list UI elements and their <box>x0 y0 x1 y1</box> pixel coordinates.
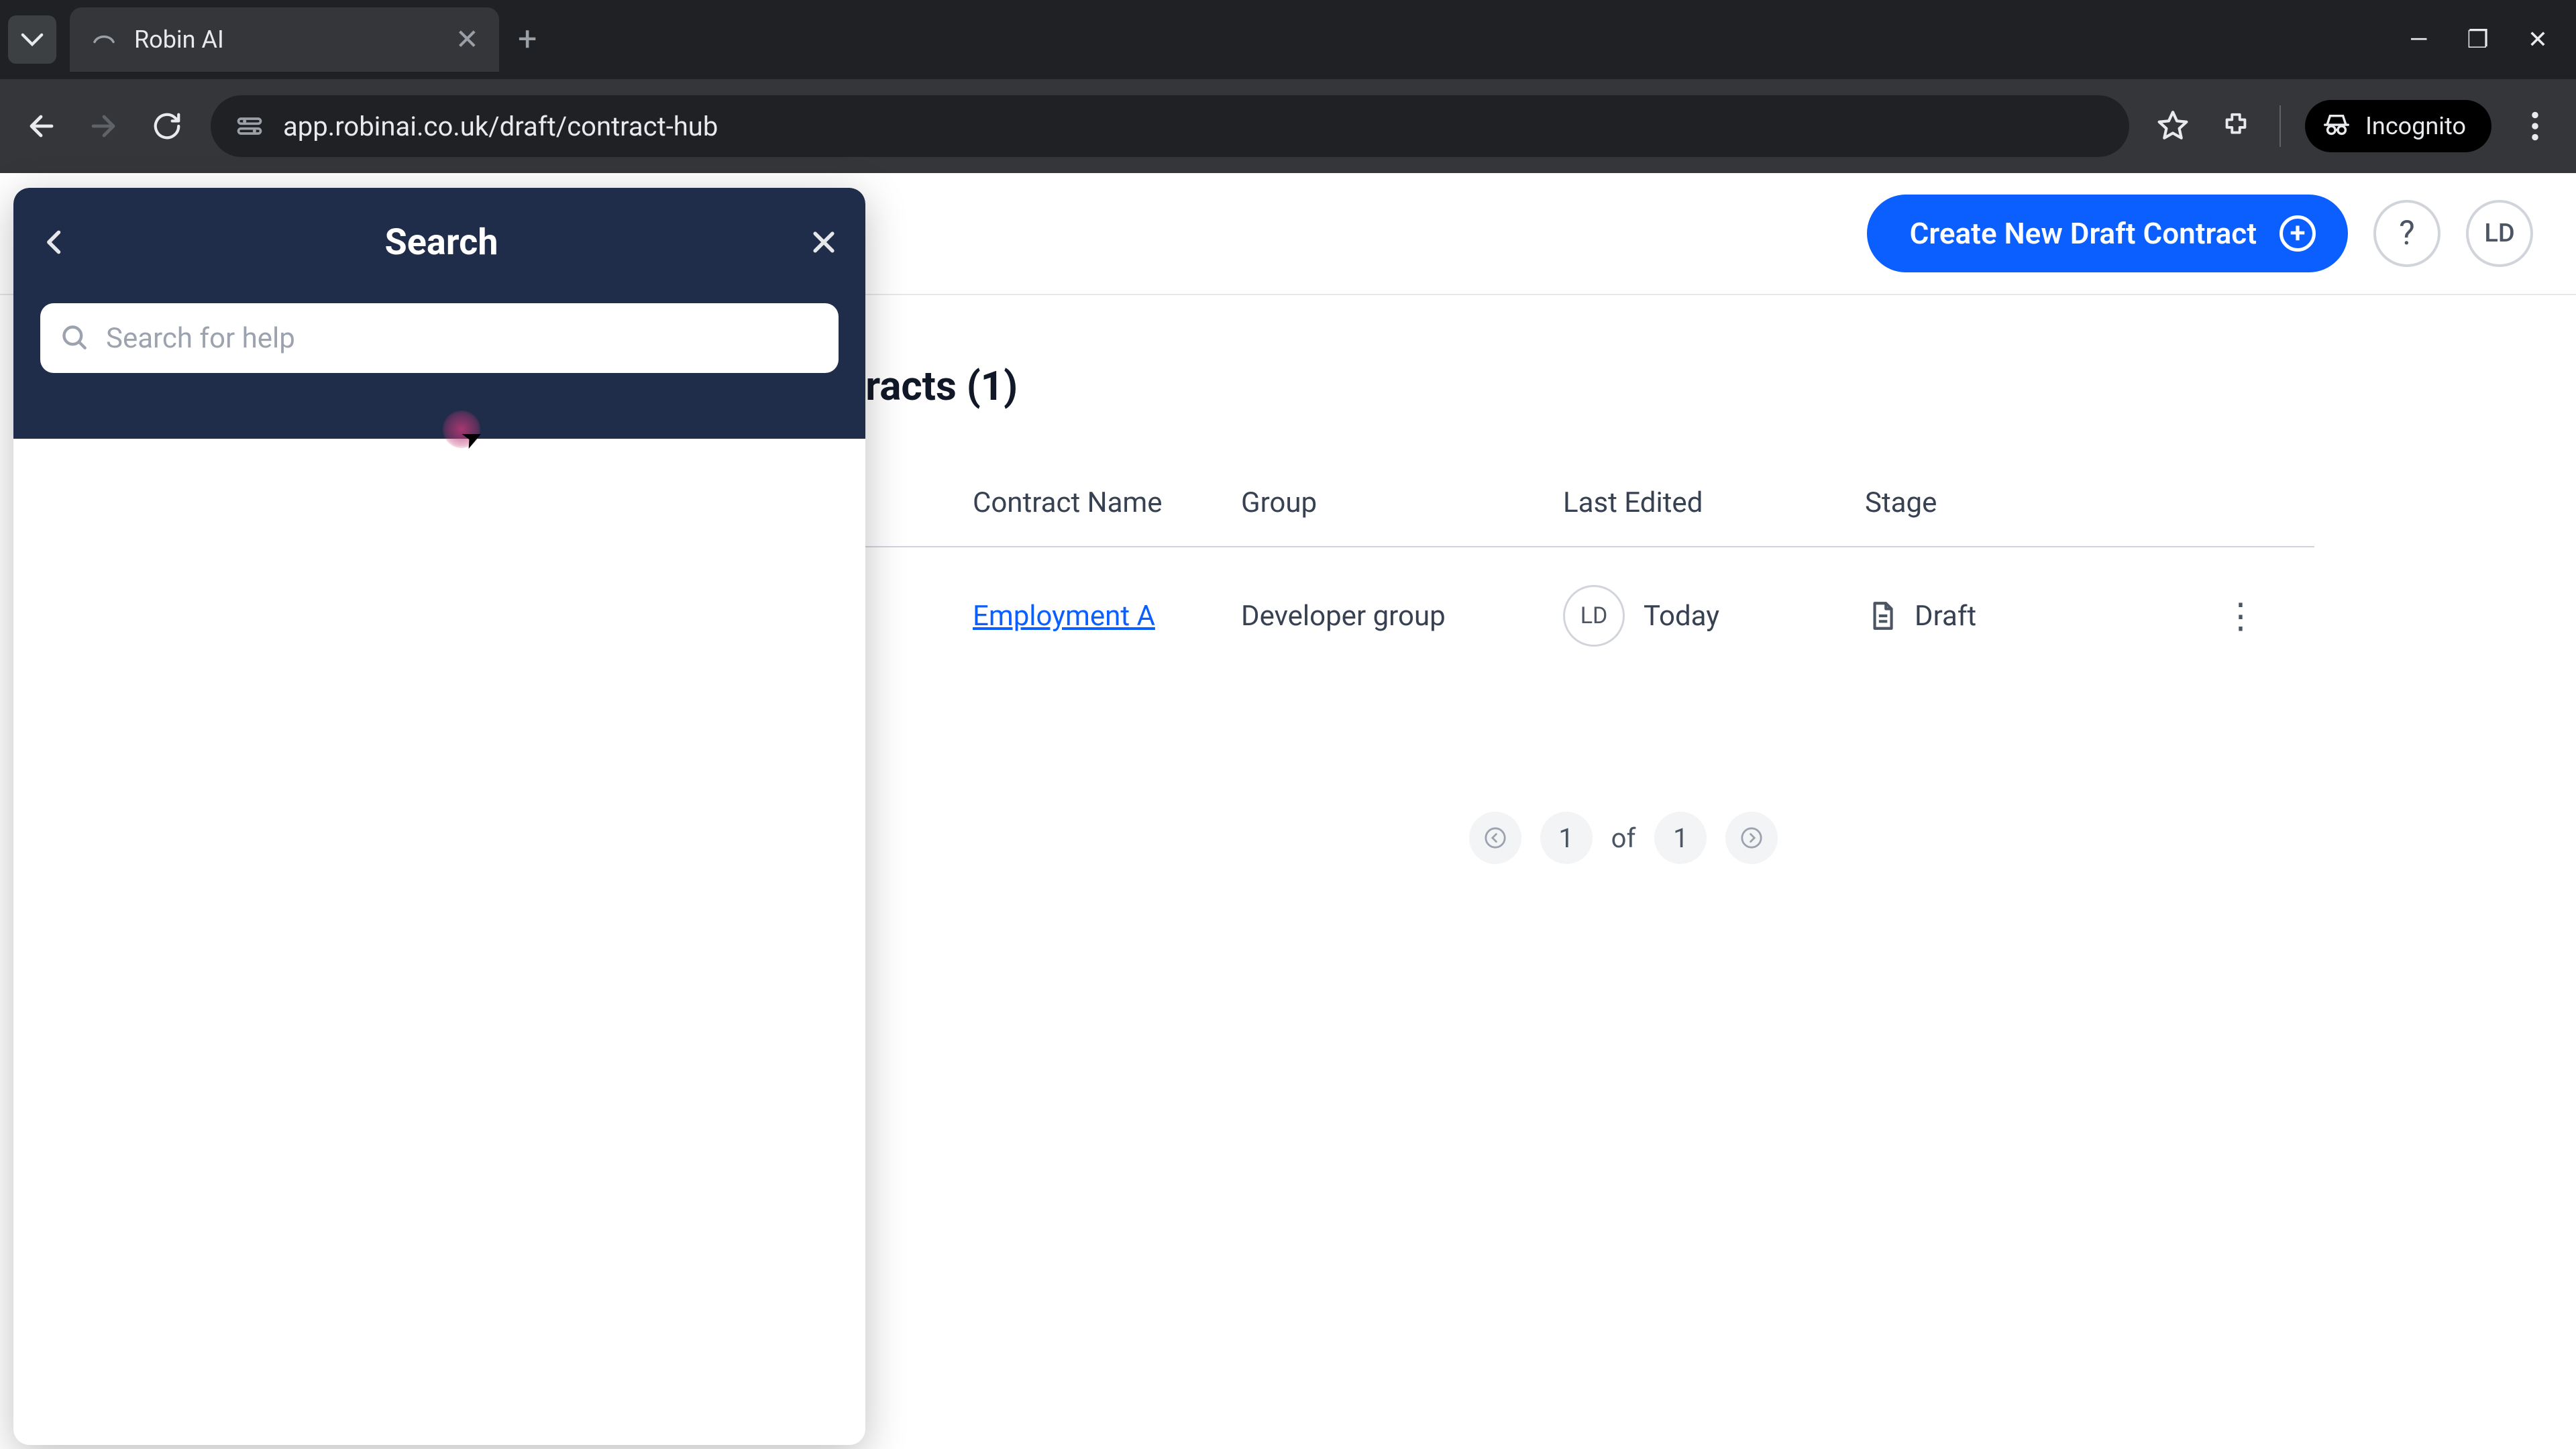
col-contract-name: Contract Name <box>973 486 1241 519</box>
last-edited-cell: LD Today <box>1563 585 1865 647</box>
browser-tab[interactable]: Robin AI ✕ <box>70 7 499 72</box>
tab-favicon-icon <box>90 25 118 54</box>
prev-page-button[interactable] <box>1469 812 1521 864</box>
new-tab-button[interactable]: + <box>518 20 537 59</box>
avatar-initials: LD <box>2484 219 2514 248</box>
search-icon <box>60 323 90 353</box>
browser-menu-icon[interactable] <box>2516 111 2555 141</box>
col-stage: Stage <box>1865 486 2200 519</box>
of-label: of <box>1611 822 1636 854</box>
incognito-label: Incognito <box>2365 112 2466 140</box>
search-header: Search <box>13 188 865 439</box>
create-button-label: Create New Draft Contract <box>1910 216 2257 251</box>
col-last-edited: Last Edited <box>1563 486 1865 519</box>
incognito-icon <box>2321 111 2352 142</box>
tab-title: Robin AI <box>134 25 224 54</box>
next-page-button[interactable] <box>1725 812 1778 864</box>
search-back-icon[interactable] <box>40 227 74 257</box>
window-controls: — ❐ ✕ <box>2409 25 2576 54</box>
back-icon[interactable] <box>21 110 60 142</box>
question-mark-icon: ? <box>2399 214 2415 253</box>
search-input[interactable] <box>106 322 818 355</box>
plus-circle-icon: + <box>2279 215 2316 252</box>
current-page: 1 <box>1540 812 1593 864</box>
url-bar[interactable]: app.robinai.co.uk/draft/contract-hub <box>211 95 2129 157</box>
toolbar-divider <box>2279 105 2281 147</box>
browser-tab-bar: Robin AI ✕ + — ❐ ✕ <box>0 0 2576 79</box>
help-button[interactable]: ? <box>2373 200 2440 267</box>
table-header-row: Contract Name Group Last Edited Stage <box>865 470 2314 547</box>
incognito-badge[interactable]: Incognito <box>2305 100 2491 152</box>
browser-toolbar: app.robinai.co.uk/draft/contract-hub Inc… <box>0 79 2576 173</box>
row-menu-icon[interactable]: ⋮ <box>2200 596 2281 637</box>
forward-icon[interactable] <box>85 110 123 142</box>
minimize-icon[interactable]: — <box>2409 25 2428 54</box>
stage-cell: Draft <box>1865 599 2200 633</box>
page-title: tracts (1) <box>852 362 2509 410</box>
tabs-dropdown[interactable] <box>8 15 56 64</box>
search-popover: Search <box>13 188 865 1445</box>
url-text: app.robinai.co.uk/draft/contract-hub <box>283 111 718 142</box>
table-row: Employment A Developer group LD Today Dr… <box>865 547 2314 684</box>
reload-icon[interactable] <box>148 111 186 142</box>
contracts-table: Contract Name Group Last Edited Stage Em… <box>865 470 2314 684</box>
search-title: Search <box>385 221 498 264</box>
search-close-icon[interactable] <box>809 227 839 257</box>
last-edited-text: Today <box>1644 600 1719 633</box>
close-tab-icon[interactable]: ✕ <box>455 23 479 56</box>
stage-text: Draft <box>1915 600 1976 633</box>
close-window-icon[interactable]: ✕ <box>2528 25 2548 54</box>
editor-avatar: LD <box>1563 585 1625 647</box>
extensions-icon[interactable] <box>2216 111 2255 142</box>
pagination: 1 of 1 <box>738 812 2509 864</box>
site-settings-icon[interactable] <box>235 111 264 141</box>
bookmark-star-icon[interactable] <box>2153 109 2192 143</box>
maximize-icon[interactable]: ❐ <box>2467 25 2489 54</box>
create-new-draft-button[interactable]: Create New Draft Contract + <box>1867 195 2348 272</box>
document-icon <box>1865 599 1898 633</box>
search-input-container[interactable] <box>40 303 839 373</box>
col-group: Group <box>1241 486 1563 519</box>
total-pages: 1 <box>1654 812 1707 864</box>
user-avatar[interactable]: LD <box>2466 200 2533 267</box>
contract-group: Developer group <box>1241 600 1563 633</box>
contract-name-link[interactable]: Employment A <box>973 600 1155 633</box>
